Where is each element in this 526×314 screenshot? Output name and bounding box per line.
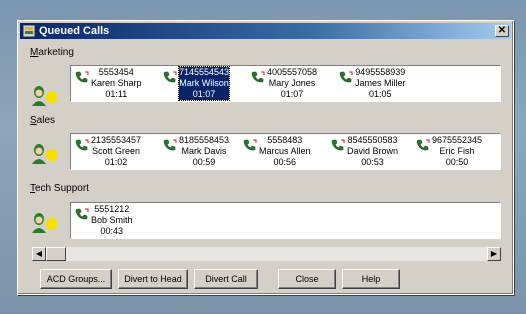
caller-name: Bob Smith [91, 215, 133, 225]
phone-call-icon [251, 71, 265, 83]
wait-time: 00:43 [100, 226, 124, 236]
agent-person-icon [32, 86, 58, 106]
call-info: 9495558939 James Miller 01:05 [355, 67, 406, 100]
call-info: 5551212 Bob Smith 00:43 [91, 204, 133, 237]
wait-time: 01:07 [280, 89, 304, 99]
divert-to-head-button[interactable]: Divert to Head [118, 269, 188, 289]
call-info: 7145554543 Mark Wilson 01:07 [177, 66, 231, 101]
wait-time: 00:50 [445, 157, 469, 167]
marketing-call-queue[interactable]: 5553454 Karen Sharp 01:11 7145554543 Mark Wi… [70, 65, 501, 102]
caller-number: 8185558453 [179, 135, 230, 145]
horizontal-scrollbar[interactable]: ◀ ▶ [32, 247, 501, 261]
call-info: 4005557058 Mary Jones 01:07 [267, 67, 317, 100]
queued-calls-dialog: Queued Calls ✕ Marketing 5553454 Karen Sh… [17, 20, 514, 295]
help-button[interactable]: Help [342, 269, 400, 289]
title-bar[interactable]: Queued Calls ✕ [20, 23, 511, 39]
close-button[interactable]: Close [278, 269, 336, 289]
caller-name: James Miller [355, 78, 406, 88]
window-title: Queued Calls [39, 25, 110, 37]
caller-name: Karen Sharp [91, 78, 142, 88]
caller-number: 9495558939 [355, 67, 406, 77]
call-info: 2135553457 Scott Green 01:02 [91, 135, 141, 168]
scroll-left-icon[interactable]: ◀ [32, 247, 46, 261]
wait-time: 01:05 [368, 89, 392, 99]
caller-number: 5558483 [267, 135, 303, 145]
phone-call-icon [163, 139, 177, 151]
wait-time: 01:02 [104, 157, 128, 167]
phone-call-icon [75, 71, 89, 83]
caller-number: 9675552345 [432, 135, 483, 145]
caller-name: Scott Green [92, 146, 141, 156]
agent-person-icon [32, 144, 58, 164]
call-info: 8185558453 Mark Davis 00:59 [179, 135, 229, 168]
caller-name: Eric Fish [439, 146, 475, 156]
caller-name: Mark Wilson [179, 78, 229, 88]
sales-call-queue[interactable]: 2135553457 Scott Green 01:02 8185558453 Mark… [70, 133, 501, 170]
scroll-thumb[interactable] [46, 247, 66, 261]
call-info: 5553454 Karen Sharp 01:11 [91, 67, 142, 100]
phone-call-icon [75, 139, 89, 151]
caller-number: 2135553457 [91, 135, 142, 145]
caller-number: 4005557058 [267, 67, 318, 77]
tech-support-call-queue[interactable]: 5551212 Bob Smith 00:43 [70, 202, 501, 239]
phone-call-icon [339, 71, 353, 83]
caller-name: Mark Davis [181, 146, 227, 156]
section-label-marketing: Marketing [30, 47, 74, 58]
caller-number: 7145554543 [179, 67, 230, 77]
close-icon[interactable]: ✕ [495, 25, 509, 37]
acd-groups-button[interactable]: ACD Groups... [40, 269, 112, 289]
caller-number: 5553454 [98, 67, 134, 77]
caller-name: Mary Jones [268, 78, 316, 88]
phone-call-icon [75, 208, 89, 220]
call-info: 9675552345 Eric Fish 00:50 [432, 135, 482, 168]
wait-time: 00:53 [361, 157, 384, 167]
section-label-tech-support: Tech Support [30, 183, 89, 194]
queue-icon [23, 25, 35, 37]
agent-person-icon [32, 213, 58, 233]
caller-number: 5551212 [94, 204, 130, 214]
wait-time: 00:56 [273, 157, 297, 167]
scroll-right-icon[interactable]: ▶ [487, 247, 501, 261]
phone-call-icon [331, 139, 345, 151]
phone-call-icon [416, 139, 430, 151]
call-info: 8545550583 David Brown 00:53 [347, 135, 398, 168]
call-info: 5558483 Marcus Allen 00:56 [259, 135, 311, 168]
phone-call-icon [163, 71, 177, 83]
caller-name: David Brown [347, 146, 399, 156]
phone-call-icon [243, 139, 257, 151]
wait-time: 01:11 [105, 89, 128, 99]
caller-name: Marcus Allen [259, 146, 311, 156]
wait-time: 01:07 [192, 89, 216, 99]
divert-call-button[interactable]: Divert Call [194, 269, 258, 289]
caller-number: 8545550583 [347, 135, 398, 145]
section-label-sales: Sales [30, 115, 56, 126]
wait-time: 00:59 [192, 157, 216, 167]
